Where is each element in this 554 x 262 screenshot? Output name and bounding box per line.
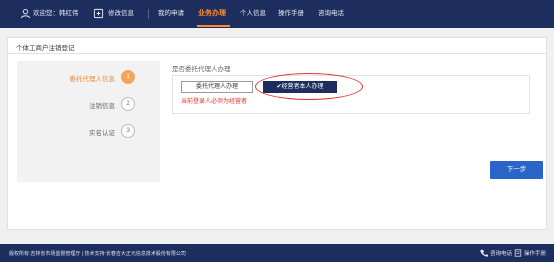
step-3-label: 实名认证 bbox=[89, 130, 115, 137]
panel-header: 个体工商户注销登记 bbox=[8, 38, 546, 54]
copyright-text: 版权所有:吉林省市场监督管理厅 | 技术支持:长春吉大正元信息技术股份有限公司 bbox=[9, 251, 186, 257]
warning-text: 当前登录人必须为经营者 bbox=[181, 99, 248, 105]
welcome-text: 欢迎您：韩红伟 bbox=[33, 10, 79, 17]
agent-question-label: 是否委托代理人办理 bbox=[172, 66, 231, 73]
main-panel: 个体工商户注销登记 委托代理人信息 1 注销信息 2 实名认证 3 是否委托代理… bbox=[7, 37, 547, 230]
step-1-label: 委托代理人信息 bbox=[69, 76, 116, 83]
nav-divider bbox=[148, 9, 149, 19]
agent-option-group: 委托代理人办理 ✔经营者本人办理 当前登录人必须为经营者 bbox=[172, 73, 530, 114]
nav-operation-manual[interactable]: 操作手册 bbox=[278, 0, 304, 28]
nav-business-handling[interactable]: 业务办理 bbox=[198, 0, 226, 28]
change-info-link[interactable]: 修改信息 bbox=[108, 0, 134, 28]
step-1-indicator: 1 bbox=[121, 70, 135, 84]
step-3-indicator: 3 bbox=[121, 124, 135, 138]
footer-consult-link[interactable]: 咨询电话 bbox=[490, 249, 512, 257]
footer-manual-link[interactable]: 操作手册 bbox=[524, 249, 546, 257]
active-nav-indicator bbox=[197, 25, 230, 27]
footer: 版权所有:吉林省市场监督管理厅 | 技术支持:长春吉大正元信息技术股份有限公司 … bbox=[0, 244, 554, 262]
nav-personal-info[interactable]: 个人信息 bbox=[240, 0, 266, 28]
next-step-button[interactable]: 下一步 bbox=[490, 161, 543, 179]
nav-consult-phone[interactable]: 咨询电话 bbox=[318, 0, 344, 28]
phone-icon bbox=[480, 249, 488, 257]
top-navbar: 欢迎您：韩红伟 修改信息 我的申请 业务办理 个人信息 操作手册 咨询电话 bbox=[0, 0, 554, 28]
option-agent-button[interactable]: 委托代理人办理 bbox=[181, 81, 253, 93]
step-sidebar: 委托代理人信息 1 注销信息 2 实名认证 3 bbox=[17, 61, 160, 182]
step-2-indicator: 2 bbox=[121, 97, 135, 111]
page-title: 个体工商户注销登记 bbox=[16, 45, 75, 52]
highlight-annotation bbox=[255, 73, 363, 100]
user-icon bbox=[20, 9, 31, 19]
manual-icon bbox=[514, 249, 522, 257]
nav-my-applications[interactable]: 我的申请 bbox=[158, 0, 184, 28]
step-2-label: 注销信息 bbox=[89, 103, 115, 110]
edit-info-icon[interactable] bbox=[93, 8, 104, 19]
